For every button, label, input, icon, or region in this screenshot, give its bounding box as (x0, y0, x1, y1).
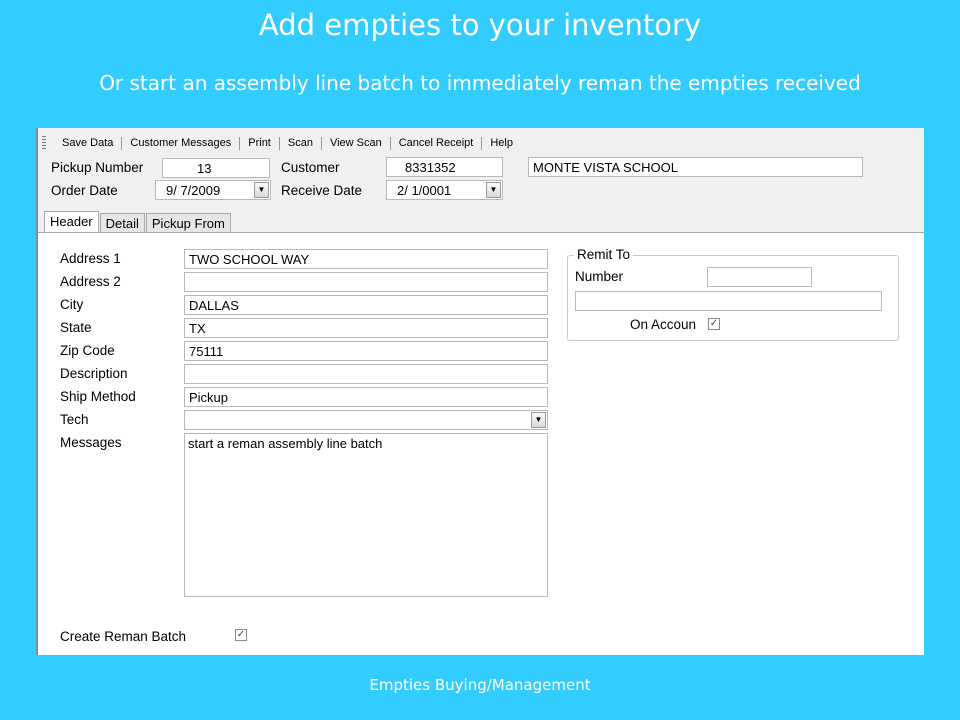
remit-to-group: Remit To Number On Accoun ✓ (567, 247, 899, 341)
header-tab-panel: Address 1 TWO SCHOOL WAY Address 2 City … (38, 232, 924, 655)
address2-label: Address 2 (60, 274, 121, 289)
slide-footer: Empties Buying/Management (369, 676, 591, 694)
tech-label: Tech (60, 412, 89, 427)
tab-bar: Header Detail Pickup From (44, 211, 232, 236)
receive-date-label: Receive Date (281, 183, 363, 198)
city-field[interactable]: DALLAS (184, 295, 548, 315)
customer-messages-button[interactable]: Customer Messages (122, 137, 239, 149)
order-date-picker[interactable]: 9/ 7/2009 ▼ (155, 180, 271, 200)
cancel-receipt-button[interactable]: Cancel Receipt (391, 137, 482, 149)
description-label: Description (60, 366, 128, 381)
remit-number-field[interactable] (707, 267, 812, 287)
ship-method-field[interactable]: Pickup (184, 387, 548, 407)
toolbar: Save Data Customer Messages Print Scan V… (38, 132, 924, 154)
pickup-number-field[interactable]: 13 (162, 158, 270, 178)
address2-field[interactable] (184, 272, 548, 292)
pickup-number-label: Pickup Number (51, 160, 144, 175)
on-account-checkbox[interactable]: ✓ (708, 318, 720, 330)
address1-field[interactable]: TWO SCHOOL WAY (184, 249, 548, 269)
order-date-value: 9/ 7/2009 (166, 183, 221, 198)
address1-label: Address 1 (60, 251, 121, 266)
state-label: State (60, 320, 92, 335)
remit-name-field[interactable] (575, 291, 882, 311)
toolbar-grip-icon[interactable] (42, 136, 46, 150)
create-reman-batch-label: Create Reman Batch (60, 629, 187, 644)
print-button[interactable]: Print (240, 137, 279, 149)
slide-subtitle: Or start an assembly line batch to immed… (99, 71, 861, 95)
view-scan-button[interactable]: View Scan (322, 137, 390, 149)
app-window: Save Data Customer Messages Print Scan V… (36, 128, 924, 655)
messages-label: Messages (60, 435, 122, 450)
city-label: City (60, 297, 84, 312)
chevron-down-icon[interactable]: ▼ (254, 182, 269, 198)
chevron-down-icon[interactable]: ▼ (531, 412, 546, 428)
zip-code-label: Zip Code (60, 343, 115, 358)
tech-select[interactable]: ▼ (184, 410, 548, 430)
receive-date-value: 2/ 1/0001 (397, 183, 452, 198)
save-data-button[interactable]: Save Data (54, 137, 121, 149)
scan-button[interactable]: Scan (280, 137, 321, 149)
order-date-label: Order Date (51, 183, 118, 198)
create-reman-batch-checkbox[interactable]: ✓ (235, 629, 247, 641)
chevron-down-icon[interactable]: ▼ (486, 182, 501, 198)
help-button[interactable]: Help (482, 137, 521, 149)
description-field[interactable] (184, 364, 548, 384)
slide-title: Add empties to your inventory (258, 8, 702, 42)
messages-textarea[interactable]: start a reman assembly line batch (184, 433, 548, 597)
customer-name-field[interactable]: MONTE VISTA SCHOOL (528, 157, 863, 177)
customer-id-field[interactable]: 8331352 (386, 157, 503, 177)
ship-method-label: Ship Method (60, 389, 136, 404)
state-field[interactable]: TX (184, 318, 548, 338)
zip-code-field[interactable]: 75111 (184, 341, 548, 361)
customer-label: Customer (281, 160, 340, 175)
receive-date-picker[interactable]: 2/ 1/0001 ▼ (386, 180, 503, 200)
remit-number-label: Number (575, 269, 624, 284)
on-account-label: On Accoun (630, 317, 697, 332)
remit-to-title: Remit To (574, 247, 634, 262)
